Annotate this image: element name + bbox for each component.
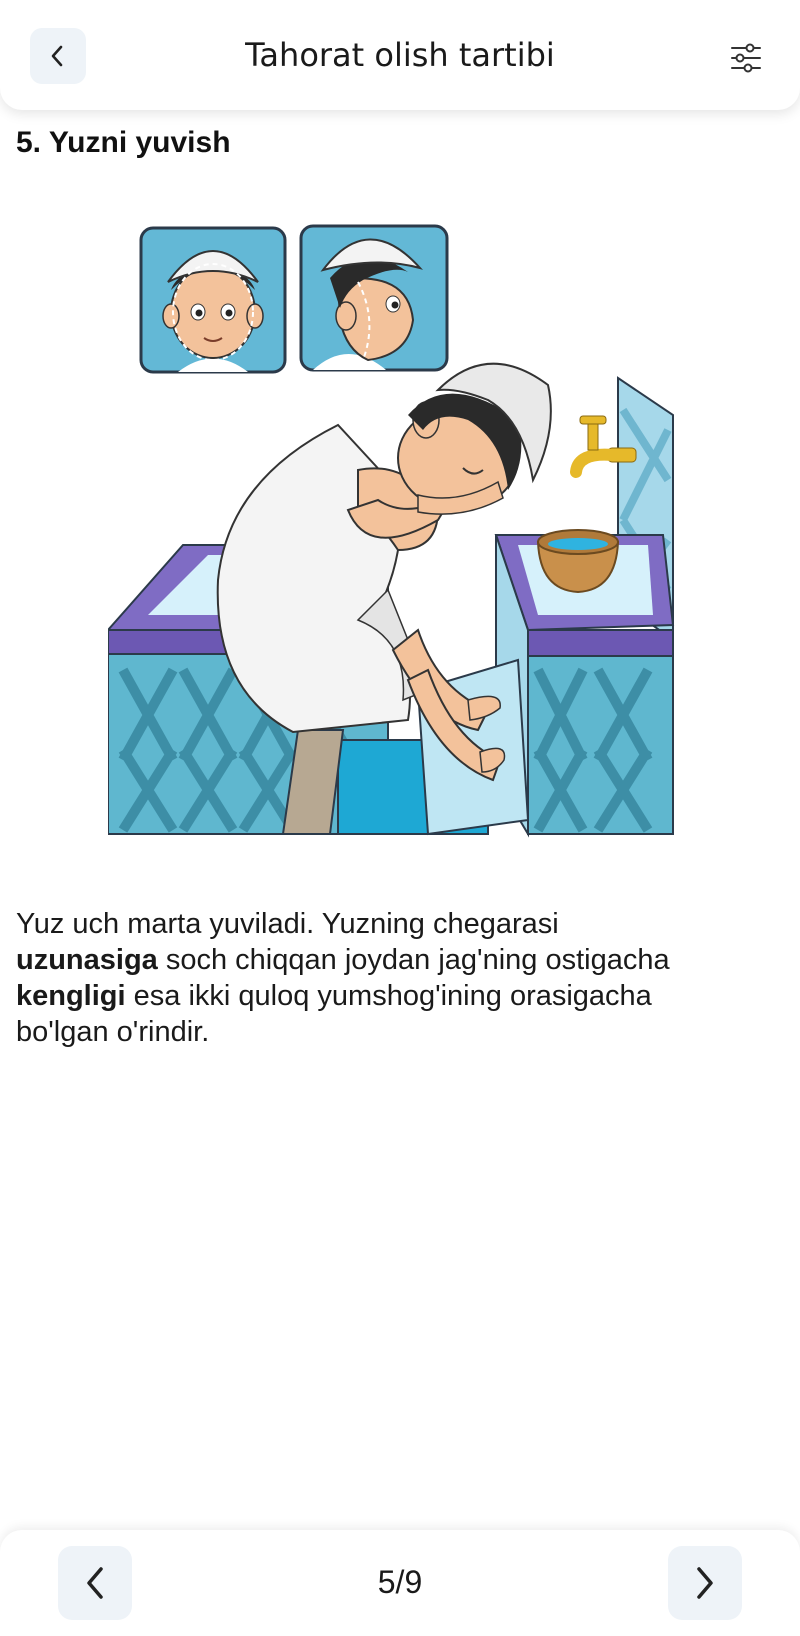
sliders-icon <box>731 43 761 73</box>
filter-button[interactable] <box>722 34 770 82</box>
step-title: 5. Yuzni yuvish <box>16 126 231 159</box>
chevron-right-icon <box>697 1567 713 1599</box>
bottom-nav-bar: 5/9 <box>0 1530 800 1636</box>
description-bold-1: uzunasiga <box>16 944 158 976</box>
description-bold-2: kengligi <box>16 980 126 1012</box>
boy-washing-face-illustration <box>105 220 694 876</box>
page-title: Tahorat olish tartibi <box>245 36 555 74</box>
next-step-button[interactable] <box>668 1546 742 1620</box>
description-line-3: esa ikki quloq yumshog'ining orasigacha <box>125 980 652 1012</box>
description-line-4: bo'lgan o'rindir. <box>16 1016 210 1048</box>
face-front-thumbnail <box>139 226 287 374</box>
description-line-1: Yuz uch marta yuviladi. Yuzning chegaras… <box>16 908 559 940</box>
top-app-bar: Tahorat olish tartibi <box>0 0 800 110</box>
step-description: Yuz uch marta yuviladi. Yuzning chegaras… <box>16 906 756 1050</box>
description-line-2: soch chiqqan joydan jag'ning ostigacha <box>157 944 670 976</box>
face-side-thumbnail <box>299 224 449 372</box>
